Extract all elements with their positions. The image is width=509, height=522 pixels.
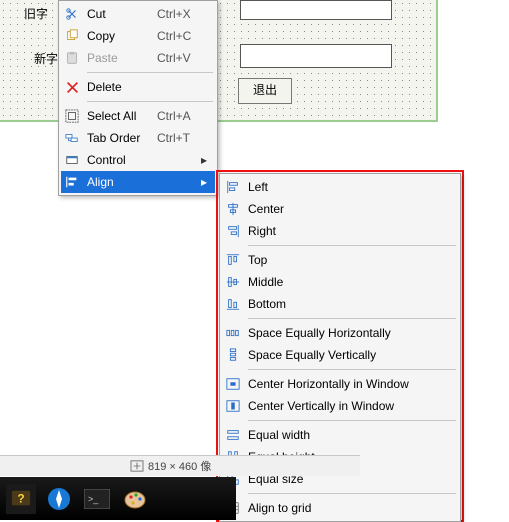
align-center-icon	[222, 202, 244, 216]
submenu-space-vertically[interactable]: Space Equally Vertically	[222, 344, 458, 366]
taskbar: ? >_	[0, 477, 236, 520]
submenu-equal-width[interactable]: Equal width	[222, 424, 458, 446]
menu-label: Center	[244, 202, 450, 216]
menu-control[interactable]: Control ▸	[61, 149, 215, 171]
context-menu: Cut Ctrl+X Copy Ctrl+C Paste Ctrl+V Dele…	[58, 0, 218, 196]
submenu-center-v-window[interactable]: Center Vertically in Window	[222, 395, 458, 417]
separator	[248, 369, 456, 370]
submenu-arrow-icon: ▸	[197, 175, 207, 189]
scissors-icon	[61, 7, 83, 21]
submenu-space-horizontally[interactable]: Space Equally Horizontally	[222, 322, 458, 344]
menu-label: Control	[83, 153, 147, 167]
separator	[87, 101, 213, 102]
center-h-window-icon	[222, 377, 244, 391]
paste-icon	[61, 51, 83, 65]
align-bottom-icon	[222, 297, 244, 311]
submenu-align-middle[interactable]: Middle	[222, 271, 458, 293]
menu-label: Copy	[83, 29, 157, 43]
menu-label: Bottom	[244, 297, 450, 311]
menu-label: Paste	[83, 51, 157, 65]
menu-accel: Ctrl+C	[157, 29, 207, 43]
align-right-icon	[222, 224, 244, 238]
label-old: 旧字	[24, 5, 48, 22]
label-new: 新字	[34, 50, 58, 67]
menu-label: Right	[244, 224, 450, 238]
separator	[248, 318, 456, 319]
menu-align[interactable]: Align ▸	[61, 171, 215, 193]
menu-label: Delete	[83, 80, 157, 94]
menu-tab-order[interactable]: Tab Order Ctrl+T	[61, 127, 215, 149]
menu-label: Space Equally Vertically	[244, 348, 450, 362]
align-left-icon	[222, 180, 244, 194]
submenu-arrow-icon: ▸	[197, 153, 207, 167]
align-top-icon	[222, 253, 244, 267]
menu-label: Center Vertically in Window	[244, 399, 450, 413]
control-icon	[61, 153, 83, 167]
separator	[248, 420, 456, 421]
tab-order-icon	[61, 131, 83, 145]
dimensions-icon	[130, 460, 144, 472]
separator	[87, 72, 213, 73]
center-v-window-icon	[222, 399, 244, 413]
separator	[248, 493, 456, 494]
taskbar-help-icon[interactable]: ?	[6, 484, 36, 514]
equal-width-icon	[222, 428, 244, 442]
submenu-align-top[interactable]: Top	[222, 249, 458, 271]
textbox-new[interactable]	[240, 44, 392, 68]
svg-text:>_: >_	[88, 494, 99, 504]
menu-accel: Ctrl+V	[157, 51, 207, 65]
separator	[248, 245, 456, 246]
menu-label: Middle	[244, 275, 450, 289]
menu-accel: Ctrl+A	[157, 109, 207, 123]
submenu-align-right[interactable]: Right	[222, 220, 458, 242]
menu-delete[interactable]: Delete	[61, 76, 215, 98]
menu-accel: Ctrl+T	[157, 131, 207, 145]
textbox-old[interactable]	[240, 0, 392, 20]
svg-text:?: ?	[17, 491, 24, 505]
align-icon	[61, 175, 83, 189]
menu-select-all[interactable]: Select All Ctrl+A	[61, 105, 215, 127]
space-horizontal-icon	[222, 326, 244, 340]
copy-icon	[61, 29, 83, 43]
taskbar-app1-icon[interactable]	[44, 484, 74, 514]
submenu-align-left[interactable]: Left	[222, 176, 458, 198]
status-dimensions: 819 × 460 像	[148, 458, 211, 474]
menu-label: Space Equally Horizontally	[244, 326, 450, 340]
menu-cut[interactable]: Cut Ctrl+X	[61, 3, 215, 25]
exit-button[interactable]: 退出	[238, 78, 292, 104]
space-vertical-icon	[222, 348, 244, 362]
menu-label: Equal width	[244, 428, 450, 442]
delete-icon	[61, 81, 83, 94]
taskbar-terminal-icon[interactable]: >_	[82, 484, 112, 514]
submenu-center-h-window[interactable]: Center Horizontally in Window	[222, 373, 458, 395]
submenu-align-bottom[interactable]: Bottom	[222, 293, 458, 315]
align-middle-icon	[222, 275, 244, 289]
menu-copy[interactable]: Copy Ctrl+C	[61, 25, 215, 47]
menu-label: Tab Order	[83, 131, 157, 145]
submenu-align-grid[interactable]: Align to grid	[222, 497, 458, 519]
status-bar: 819 × 460 像	[0, 455, 360, 476]
menu-label: Select All	[83, 109, 157, 123]
menu-paste: Paste Ctrl+V	[61, 47, 215, 69]
menu-label: Top	[244, 253, 450, 267]
taskbar-paint-icon[interactable]	[120, 484, 150, 514]
menu-label: Cut	[83, 7, 157, 21]
menu-label: Center Horizontally in Window	[244, 377, 450, 391]
menu-label: Align to grid	[244, 501, 450, 515]
submenu-align-center[interactable]: Center	[222, 198, 458, 220]
menu-label: Left	[244, 180, 450, 194]
menu-label: Align	[83, 175, 147, 189]
menu-accel: Ctrl+X	[157, 7, 207, 21]
select-all-icon	[61, 109, 83, 123]
